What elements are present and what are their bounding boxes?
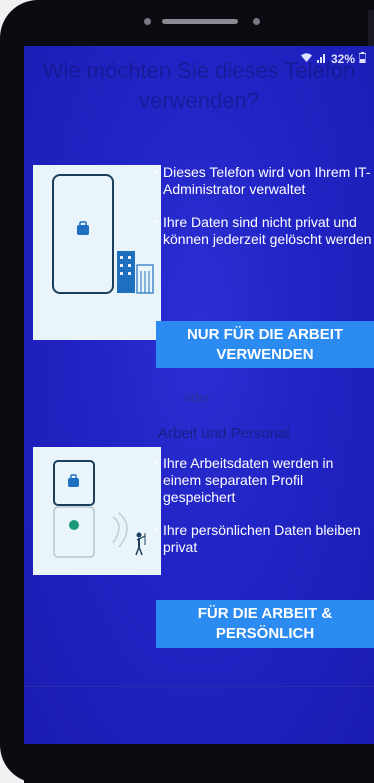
work-personal-title: Arbeit und Personal xyxy=(158,425,290,442)
work-only-button[interactable]: NUR FÜR DIE ARBEIT VERWENDEN xyxy=(156,321,374,368)
work-personal-bullet-list: Ihre Arbeitsdaten werden in einem separa… xyxy=(155,455,373,572)
navigation-bar-divider xyxy=(24,686,374,687)
phone-bottom-bezel xyxy=(24,744,374,783)
camera-dot-left xyxy=(144,18,151,25)
speaker-grille xyxy=(162,19,238,24)
list-item: Ihre Daten sind nicht privat und können … xyxy=(155,214,373,248)
work-personal-button-label: FÜR DIE ARBEIT & PERSÖNLICH xyxy=(197,605,333,642)
list-item: Ihre Arbeitsdaten werden in einem separa… xyxy=(155,455,373,506)
list-item: Dieses Telefon wird von Ihrem IT-Adminis… xyxy=(155,164,373,198)
device-screen: 32% Wie möchten Sie dieses Telefon verwe… xyxy=(24,46,374,744)
work-only-illustration xyxy=(33,165,161,340)
work-personal-illustration xyxy=(33,447,161,575)
work-only-bullet-list: Dieses Telefon wird von Ihrem IT-Adminis… xyxy=(155,164,373,264)
list-item: Ihre persönlichen Daten bleiben privat xyxy=(155,522,373,556)
work-personal-button[interactable]: FÜR DIE ARBEIT & PERSÖNLICH xyxy=(156,600,374,648)
separator-text: oder xyxy=(184,390,211,405)
camera-dot-right xyxy=(253,18,260,25)
page-title: Wie möchten Sie dieses Telefon verwenden… xyxy=(42,58,356,113)
work-only-button-label: NUR FÜR DIE ARBEIT VERWENDEN xyxy=(186,325,344,363)
